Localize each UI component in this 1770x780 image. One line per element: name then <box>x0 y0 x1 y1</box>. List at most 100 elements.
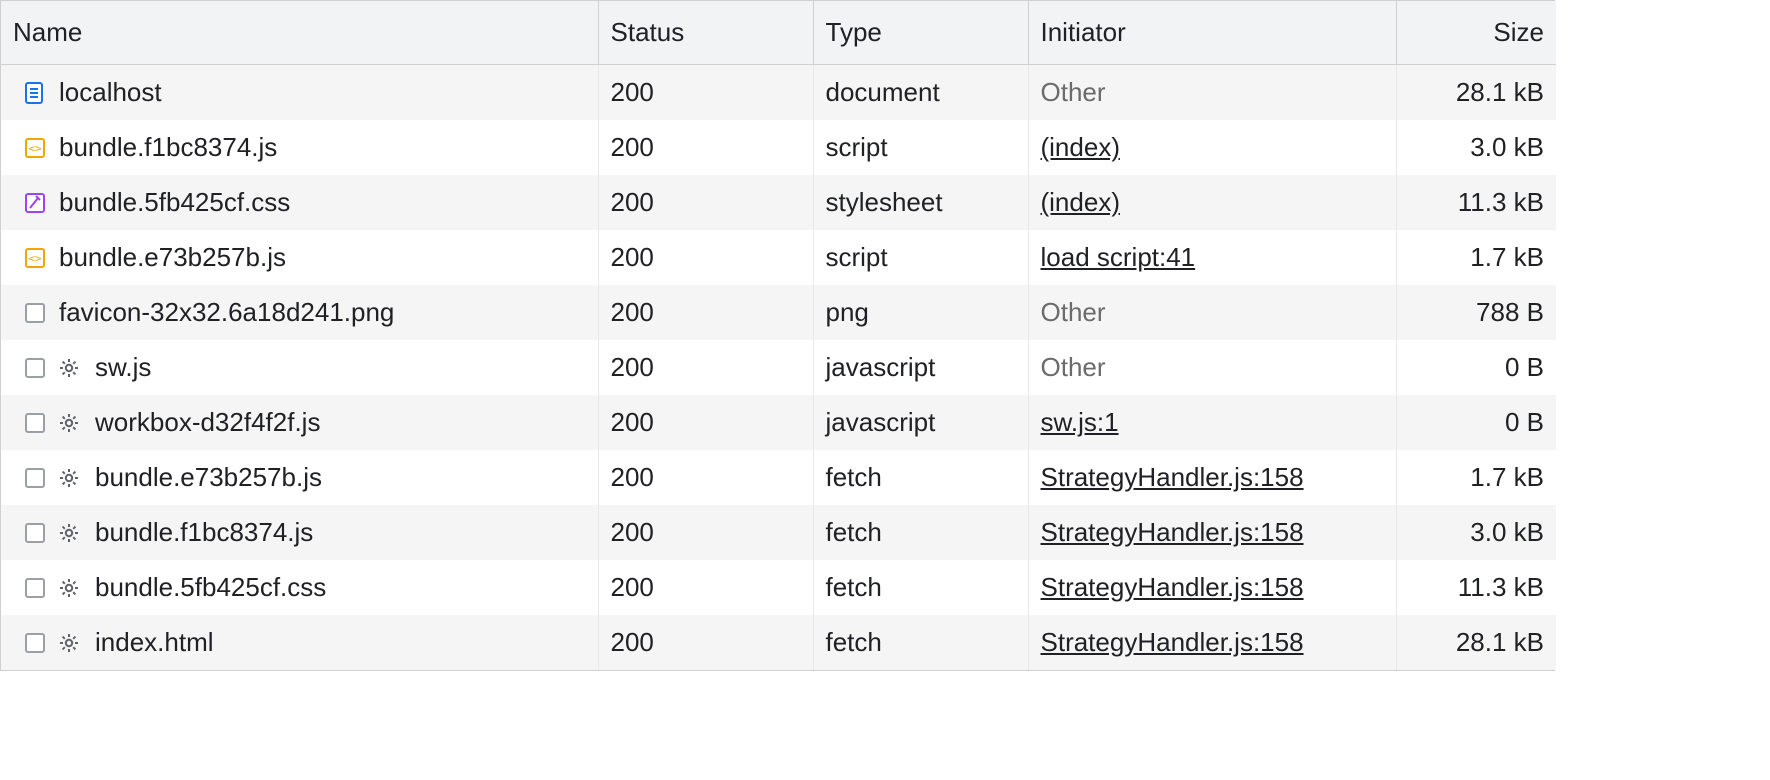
status-cell: 200 <box>598 120 813 175</box>
gear-icon <box>59 413 79 433</box>
request-name: bundle.f1bc8374.js <box>95 517 313 548</box>
table-row[interactable]: localhost 200document Other 28.1 kB <box>1 65 1556 121</box>
size-cell: 788 B <box>1396 285 1556 340</box>
initiator-link[interactable]: sw.js:1 <box>1041 407 1119 437</box>
type-cell: stylesheet <box>813 175 1028 230</box>
table-row[interactable]: bundle.f1bc8374.js 200fetch StrategyHandl… <box>1 505 1556 560</box>
network-table-panel: Name Status Type Initiator Size localhos… <box>0 0 1555 671</box>
request-name: favicon-32x32.6a18d241.png <box>59 297 394 328</box>
gear-icon <box>59 633 79 653</box>
initiator-cell[interactable]: load script:41 <box>1028 230 1396 285</box>
request-name: bundle.e73b257b.js <box>59 242 286 273</box>
request-name: bundle.e73b257b.js <box>95 462 322 493</box>
generic-file-icon <box>23 521 47 545</box>
initiator-text: Other <box>1041 352 1106 382</box>
request-name: sw.js <box>95 352 151 383</box>
table-row[interactable]: workbox-d32f4f2f.js 200javascript sw.js:1… <box>1 395 1556 450</box>
header-initiator[interactable]: Initiator <box>1028 1 1396 65</box>
size-cell: 3.0 kB <box>1396 120 1556 175</box>
type-cell: script <box>813 120 1028 175</box>
size-cell: 1.7 kB <box>1396 230 1556 285</box>
status-cell: 200 <box>598 450 813 505</box>
table-header-row: Name Status Type Initiator Size <box>1 1 1556 65</box>
request-name: bundle.5fb425cf.css <box>59 187 290 218</box>
request-name: bundle.5fb425cf.css <box>95 572 326 603</box>
status-cell: 200 <box>598 340 813 395</box>
gear-icon <box>59 358 79 378</box>
gear-icon <box>59 468 79 488</box>
css-file-icon <box>23 191 47 215</box>
type-cell: fetch <box>813 615 1028 670</box>
initiator-cell[interactable]: (index) <box>1028 175 1396 230</box>
initiator-link[interactable]: load script:41 <box>1041 242 1196 272</box>
status-cell: 200 <box>598 175 813 230</box>
table-row[interactable]: bundle.e73b257b.js 200fetch StrategyHandl… <box>1 450 1556 505</box>
size-cell: 0 B <box>1396 340 1556 395</box>
initiator-link[interactable]: StrategyHandler.js:158 <box>1041 572 1304 602</box>
header-size[interactable]: Size <box>1396 1 1556 65</box>
status-cell: 200 <box>598 560 813 615</box>
initiator-text: Other <box>1041 77 1106 107</box>
size-cell: 1.7 kB <box>1396 450 1556 505</box>
type-cell: fetch <box>813 450 1028 505</box>
gear-icon <box>59 578 79 598</box>
type-cell: javascript <box>813 395 1028 450</box>
type-cell: script <box>813 230 1028 285</box>
initiator-link[interactable]: StrategyHandler.js:158 <box>1041 627 1304 657</box>
initiator-cell[interactable]: StrategyHandler.js:158 <box>1028 560 1396 615</box>
generic-file-icon <box>23 466 47 490</box>
generic-file-icon <box>23 301 47 325</box>
js-file-icon <box>23 246 47 270</box>
initiator-link[interactable]: (index) <box>1041 187 1120 217</box>
request-name: workbox-d32f4f2f.js <box>95 407 320 438</box>
table-row[interactable]: bundle.5fb425cf.css 200fetch StrategyHand… <box>1 560 1556 615</box>
status-cell: 200 <box>598 615 813 670</box>
table-row[interactable]: bundle.e73b257b.js 200script load script:… <box>1 230 1556 285</box>
type-cell: javascript <box>813 340 1028 395</box>
initiator-cell[interactable]: (index) <box>1028 120 1396 175</box>
initiator-cell[interactable]: StrategyHandler.js:158 <box>1028 615 1396 670</box>
status-cell: 200 <box>598 65 813 121</box>
table-row[interactable]: sw.js 200javascript Other 0 B <box>1 340 1556 395</box>
size-cell: 3.0 kB <box>1396 505 1556 560</box>
type-cell: png <box>813 285 1028 340</box>
size-cell: 0 B <box>1396 395 1556 450</box>
gear-icon <box>59 523 79 543</box>
table-row[interactable]: index.html 200fetch StrategyHandler.js:15… <box>1 615 1556 670</box>
generic-file-icon <box>23 631 47 655</box>
size-cell: 28.1 kB <box>1396 615 1556 670</box>
generic-file-icon <box>23 576 47 600</box>
initiator-text: Other <box>1041 297 1106 327</box>
status-cell: 200 <box>598 505 813 560</box>
type-cell: fetch <box>813 560 1028 615</box>
initiator-cell[interactable]: StrategyHandler.js:158 <box>1028 450 1396 505</box>
table-row[interactable]: favicon-32x32.6a18d241.png 200png Other 78… <box>1 285 1556 340</box>
initiator-link[interactable]: StrategyHandler.js:158 <box>1041 462 1304 492</box>
document-file-icon <box>23 81 47 105</box>
status-cell: 200 <box>598 395 813 450</box>
generic-file-icon <box>23 411 47 435</box>
type-cell: fetch <box>813 505 1028 560</box>
request-name: bundle.f1bc8374.js <box>59 132 277 163</box>
status-cell: 200 <box>598 230 813 285</box>
header-status[interactable]: Status <box>598 1 813 65</box>
header-name[interactable]: Name <box>1 1 598 65</box>
status-cell: 200 <box>598 285 813 340</box>
request-name: localhost <box>59 77 162 108</box>
table-row[interactable]: bundle.f1bc8374.js 200script (index) 3.0 k… <box>1 120 1556 175</box>
size-cell: 28.1 kB <box>1396 65 1556 121</box>
header-type[interactable]: Type <box>813 1 1028 65</box>
table-row[interactable]: bundle.5fb425cf.css 200stylesheet (index)… <box>1 175 1556 230</box>
size-cell: 11.3 kB <box>1396 560 1556 615</box>
js-file-icon <box>23 136 47 160</box>
initiator-link[interactable]: StrategyHandler.js:158 <box>1041 517 1304 547</box>
request-name: index.html <box>95 627 214 658</box>
type-cell: document <box>813 65 1028 121</box>
initiator-link[interactable]: (index) <box>1041 132 1120 162</box>
size-cell: 11.3 kB <box>1396 175 1556 230</box>
initiator-cell[interactable]: sw.js:1 <box>1028 395 1396 450</box>
generic-file-icon <box>23 356 47 380</box>
network-table: Name Status Type Initiator Size localhos… <box>1 1 1556 670</box>
initiator-cell: Other <box>1028 285 1396 340</box>
initiator-cell[interactable]: StrategyHandler.js:158 <box>1028 505 1396 560</box>
